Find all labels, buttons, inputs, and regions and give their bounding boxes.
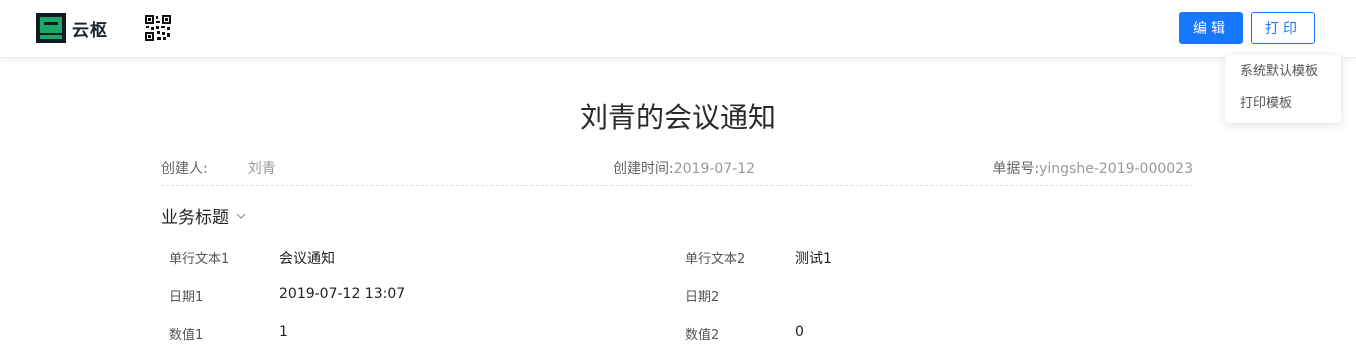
field-label-text1: 单行文本1 xyxy=(169,252,230,267)
edit-button[interactable]: 编辑 xyxy=(1179,12,1243,44)
field-label-number1: 数值1 xyxy=(169,328,204,343)
app-logo[interactable]: 云枢 xyxy=(36,13,108,43)
meta-divider xyxy=(161,185,1193,186)
creator-value: 刘青 xyxy=(247,161,276,177)
created-time-info: 创建时间:2019-07-12 xyxy=(613,158,755,178)
field-value-number1: 1 xyxy=(279,324,288,340)
created-time-label: 创建时间: xyxy=(613,161,674,177)
doc-number-info: 单据号:yingshe-2019-000023 xyxy=(992,158,1193,178)
brand-name: 云枢 xyxy=(72,20,108,41)
doc-number-value: yingshe-2019-000023 xyxy=(1039,161,1193,177)
menu-item-print-template[interactable]: 打印模板 xyxy=(1225,91,1341,123)
chevron-down-icon xyxy=(236,213,246,219)
created-time-value: 2019-07-12 xyxy=(673,161,756,177)
logo-icon xyxy=(36,13,66,43)
field-label-date2: 日期2 xyxy=(685,290,720,305)
field-label-text2: 单行文本2 xyxy=(685,252,746,267)
qr-code-icon[interactable] xyxy=(144,14,172,42)
field-value-date1: 2019-07-12 13:07 xyxy=(279,286,406,302)
field-label-date1: 日期1 xyxy=(169,290,204,305)
print-button[interactable]: 打印 xyxy=(1251,12,1315,44)
field-label-number2: 数值2 xyxy=(685,328,720,343)
document-title: 刘青的会议通知 xyxy=(579,101,776,134)
section-header[interactable]: 业务标题 xyxy=(161,203,246,228)
creator-label: 创建人: xyxy=(161,161,208,177)
field-value-text1: 会议通知 xyxy=(279,251,335,267)
top-bar: 云枢 编辑 打印 xyxy=(0,0,1356,58)
field-value-number2: 0 xyxy=(795,324,804,340)
section-title: 业务标题 xyxy=(161,208,229,228)
menu-item-default-template[interactable]: 系统默认模板 xyxy=(1225,59,1341,91)
creator-info: 创建人: 刘青 xyxy=(161,158,276,178)
field-value-text2: 测试1 xyxy=(795,251,832,267)
print-template-menu: 系统默认模板 打印模板 xyxy=(1225,55,1341,123)
doc-number-label: 单据号: xyxy=(992,161,1040,177)
